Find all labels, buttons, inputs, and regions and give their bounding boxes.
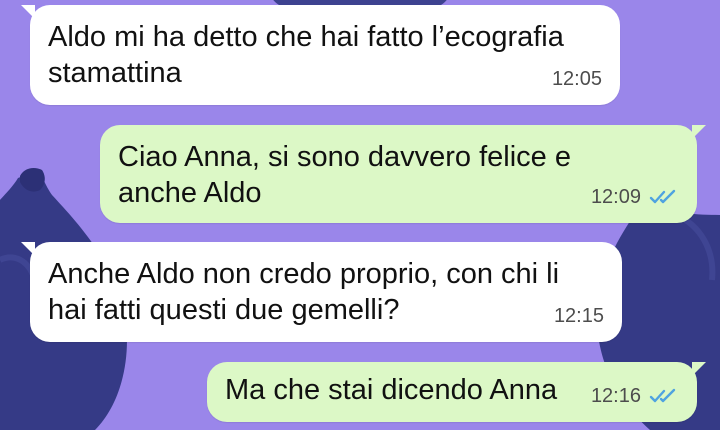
incoming-message[interactable]: Anche Aldo non credo proprio, con chi li…: [21, 242, 622, 342]
bubble-tail: [21, 5, 35, 19]
bubble-tail: [21, 242, 35, 256]
message-meta: 12:16: [591, 378, 679, 414]
message-text: Anche Aldo non credo proprio, con chi li…: [48, 258, 560, 326]
bubble-tail: [692, 362, 706, 376]
message-text: Aldo mi ha detto che hai fatto l’ecograf…: [48, 21, 564, 89]
message-time: 12:16: [590, 385, 641, 407]
bubble-tail: [692, 125, 706, 139]
message-meta: 12:15: [554, 298, 604, 334]
incoming-message[interactable]: Aldo mi ha detto che hai fatto l’ecograf…: [21, 5, 620, 105]
double-check-icon: [649, 388, 676, 403]
outgoing-message[interactable]: Ciao Anna, si sono davvero felice e anch…: [100, 125, 706, 223]
outgoing-message[interactable]: Ma che stai dicendo Anna 12:16: [207, 362, 706, 422]
message-time: 12:05: [551, 68, 602, 90]
message-meta: 12:05: [552, 61, 602, 97]
double-check-icon: [649, 189, 676, 204]
message-time: 12:15: [553, 305, 604, 327]
message-meta: 12:09: [591, 179, 679, 215]
message-time: 12:09: [590, 186, 641, 208]
